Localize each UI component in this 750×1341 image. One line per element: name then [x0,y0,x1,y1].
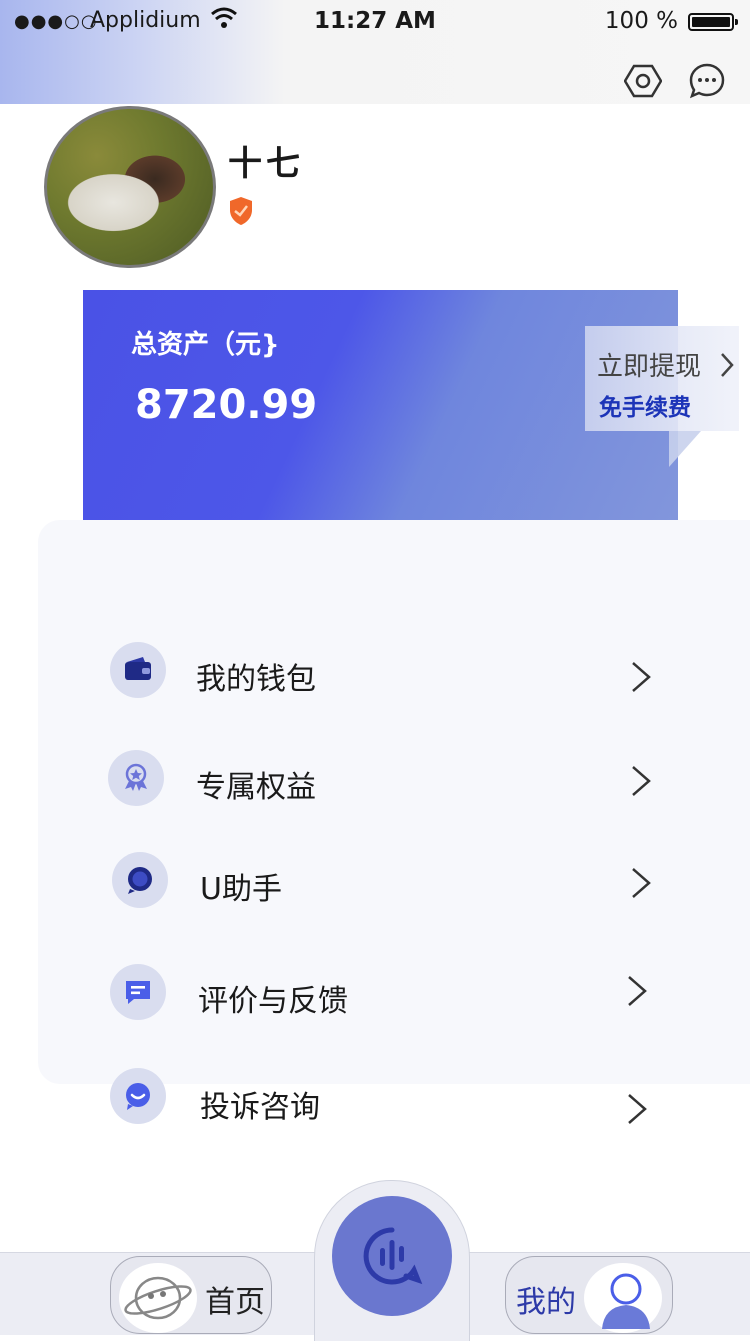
menu-item-label: 我的钱包 [196,662,316,697]
voice-assistant-button[interactable] [332,1196,452,1316]
tab-home[interactable]: 首页 [110,1256,272,1334]
menu-item-label: 评价与反馈 [198,984,348,1019]
planet-icon [119,1263,197,1333]
feedback-icon [110,964,166,1020]
menu-item-benefits[interactable]: 专属权益 [0,740,750,820]
username: 十七 [228,144,304,184]
withdraw-link[interactable]: 立即提现 [597,346,701,383]
menu-item-wallet[interactable]: 我的钱包 [0,634,750,714]
menu-item-label: 专属权益 [196,770,316,805]
status-bar: ●●●○○ Applidium 11:27 AM 100 % [0,0,750,44]
total-assets-label: 总资产（元} [131,330,280,360]
settings-hexagon-icon[interactable] [623,62,663,100]
total-assets-value: 8720.99 [135,382,318,428]
withdraw-tip[interactable]: 立即提现 免手续费 [585,326,739,467]
wallet-icon [110,642,166,698]
tab-mine[interactable]: 我的 [505,1256,673,1334]
chevron-right-icon [719,352,735,378]
user-profile-icon [584,1263,662,1333]
voice-assistant-icon [363,1227,423,1285]
battery-icon [688,13,738,31]
chevron-right-icon [630,764,652,798]
menu-item-feedback[interactable]: 评价与反馈 [0,954,750,1034]
avatar[interactable] [44,106,216,268]
consult-icon [110,1068,166,1124]
menu-item-assistant[interactable]: U助手 [0,844,750,924]
header: ●●●○○ Applidium 11:27 AM 100 % [0,0,750,104]
fee-free-note: 免手续费 [599,395,691,421]
tab-home-label: 首页 [205,1285,265,1320]
battery-percent: 100 % [604,8,678,34]
menu-item-consult[interactable]: 投诉咨询 [0,1062,750,1142]
medal-icon [108,750,164,806]
verified-shield-icon [228,196,254,226]
menu-item-label: 投诉咨询 [200,1090,320,1125]
message-bubble-icon[interactable] [688,62,726,100]
chevron-right-icon [626,974,648,1008]
menu-item-label: U助手 [200,872,282,907]
chevron-right-icon [630,866,652,900]
chevron-right-icon [626,1092,648,1126]
chat-assistant-icon [112,852,168,908]
chevron-right-icon [630,660,652,694]
tab-mine-label: 我的 [516,1285,576,1320]
